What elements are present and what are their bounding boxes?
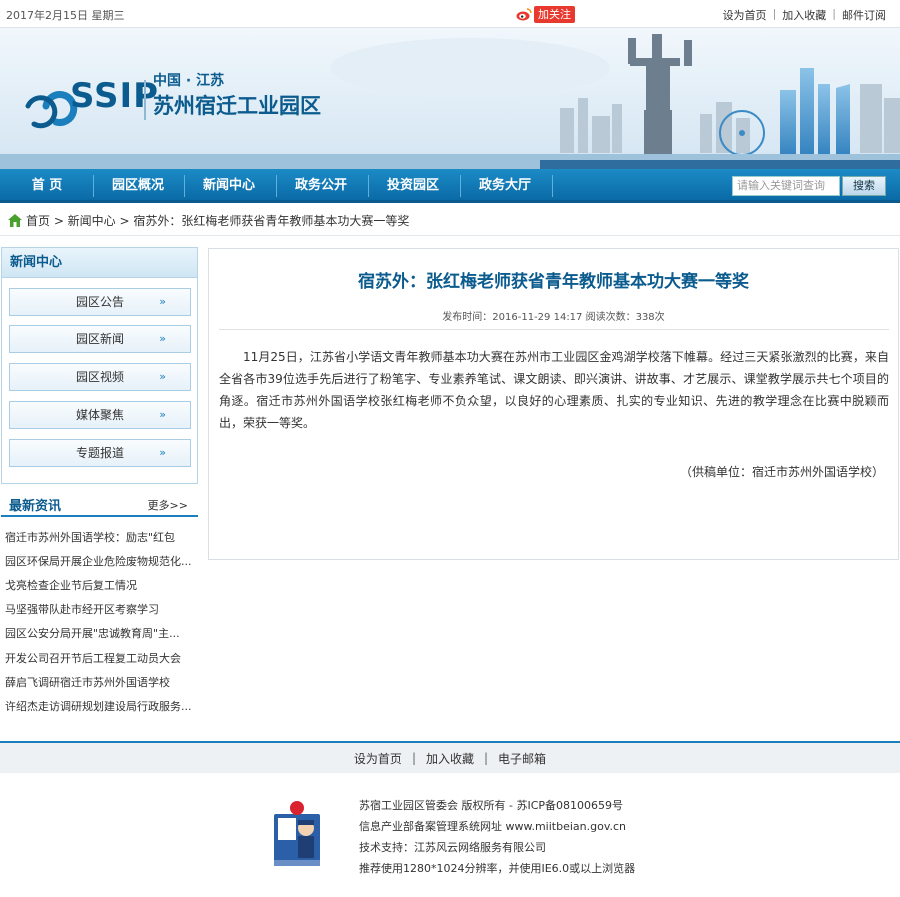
double-chevron-icon: »	[159, 446, 166, 459]
footer-links: 设为首页 | 加入收藏 | 电子邮箱	[0, 743, 900, 773]
footer-email-link[interactable]: 电子邮箱	[498, 750, 546, 767]
sidebar-item-park-news[interactable]: 园区新闻 »	[9, 325, 191, 353]
sidebar-item-media-focus[interactable]: 媒体聚焦 »	[9, 401, 191, 429]
weibo-follow-button[interactable]: 加关注	[534, 5, 575, 23]
top-links: 设为首页 | 加入收藏 | 邮件订阅	[723, 7, 886, 23]
double-chevron-icon: »	[159, 295, 166, 308]
article-title: 宿苏外：张红梅老师获省青年教师基本功大赛一等奖	[358, 272, 749, 292]
nav-invest[interactable]: 投资园区	[374, 169, 452, 203]
news-center-panel: 新闻中心 园区公告 » 园区新闻 » 园区视频 » 媒体聚焦 » 专题报道 »	[1, 247, 198, 484]
footer-set-homepage-link[interactable]: 设为首页	[354, 750, 402, 767]
home-icon	[8, 214, 22, 227]
search-input[interactable]: 请输入关键词查询	[732, 176, 840, 196]
article-meta: 发布时间：2016-11-29 14:17 阅读次数：338次	[442, 312, 665, 323]
latest-news-title: 最新资讯	[9, 499, 62, 514]
footer-browser-note: 推荐使用1280*1024分辨率，并使用IE6.0或以上浏览器	[359, 862, 636, 875]
current-date: 2017年2月15日 星期三	[6, 9, 125, 22]
nav-government-affairs[interactable]: 政务公开	[282, 169, 360, 203]
article-source: （供稿单位：宿迁市苏州外国语学校）	[679, 465, 884, 479]
sidebar-item-special-report[interactable]: 专题报道 »	[9, 439, 191, 467]
separator: |	[772, 7, 777, 20]
nav-park-overview[interactable]: 园区概况	[99, 169, 177, 203]
list-item[interactable]: 宿迁市苏州外国语学校：励志"红包	[5, 529, 193, 545]
sidebar-item-label: 专题报道	[75, 446, 124, 460]
latest-news-panel: 最新资讯 更多>> 宿迁市苏州外国语学校：励志"红包 园区环保局开展企业危险废物…	[1, 489, 198, 719]
breadcrumb: 首页 > 新闻中心 > 宿苏外：张红梅老师获省青年教师基本功大赛一等奖	[0, 206, 900, 236]
search-button[interactable]: 搜索	[842, 176, 886, 196]
nav-home[interactable]: 首 页	[8, 169, 86, 203]
add-favorite-link[interactable]: 加入收藏	[782, 7, 826, 23]
separator: |	[832, 7, 836, 20]
separator: |	[411, 751, 416, 765]
footer-info: 苏宿工业园区管委会 版权所有 - 苏ICP备08100659号 信息产业部备案管…	[359, 795, 635, 879]
list-item[interactable]: 薛启飞调研宿迁市苏州外国语学校	[5, 674, 193, 690]
region-label: 中国 · 江苏	[153, 73, 225, 89]
weibo-follow[interactable]: 加关注	[516, 5, 575, 23]
footer-record-site: 信息产业部备案管理系统网址 www.miitbeian.gov.cn	[359, 820, 627, 833]
nav-service-hall[interactable]: 政务大厅	[466, 169, 544, 203]
list-item[interactable]: 开发公司召开节后工程复工动员大会	[5, 650, 193, 666]
list-item[interactable]: 园区环保局开展企业危险废物规范化...	[5, 553, 193, 569]
nav-divider	[552, 175, 553, 197]
sidebar-item-label: 园区新闻	[75, 332, 124, 346]
sidebar-item-label: 园区视频	[75, 370, 124, 384]
sidebar-item-park-notice[interactable]: 园区公告 »	[9, 288, 191, 316]
list-item[interactable]: 马坚强带队赴市经开区考察学习	[5, 601, 193, 617]
sidebar-item-park-video[interactable]: 园区视频 »	[9, 363, 191, 391]
double-chevron-icon: »	[159, 408, 166, 421]
nav-divider	[93, 175, 94, 197]
email-subscribe-link[interactable]: 邮件订阅	[842, 7, 886, 23]
divider	[219, 329, 889, 330]
top-bar: 2017年2月15日 星期三 加关注 设为首页 | 加入收藏 | 邮件订阅	[0, 0, 900, 28]
sidebar-item-label: 园区公告	[75, 295, 124, 309]
sidebar-item-label: 媒体聚焦	[75, 408, 124, 422]
nav-divider	[460, 175, 461, 197]
separator: |	[484, 751, 489, 765]
article-body: 11月25日，江苏省小学语文青年教师基本功大赛在苏州市工业园区金鸡湖学校落下帷幕…	[219, 350, 889, 430]
more-link[interactable]: 更多>>	[148, 497, 188, 513]
double-chevron-icon: »	[159, 332, 166, 345]
list-item[interactable]: 戈亮检查企业节后复工情况	[5, 577, 193, 593]
article-panel: 宿苏外：张红梅老师获省青年教师基本功大赛一等奖 发布时间：2016-11-29 …	[208, 248, 899, 560]
nav-news-center[interactable]: 新闻中心	[190, 169, 268, 203]
double-chevron-icon: »	[159, 370, 166, 383]
list-item[interactable]: 园区公安分局开展"忠诚教育周"主...	[5, 625, 193, 641]
weibo-icon	[516, 8, 532, 21]
logo-divider	[144, 80, 146, 120]
nav-divider	[368, 175, 369, 197]
header-banner: SSIP 中国 · 江苏 苏州宿迁工业园区	[0, 28, 900, 169]
footer-add-favorite-link[interactable]: 加入收藏	[426, 750, 474, 767]
breadcrumb-text[interactable]: 首页 > 新闻中心 > 宿苏外：张红梅老师获省青年教师基本功大赛一等奖	[26, 212, 409, 229]
list-item[interactable]: 许绍杰走访调研规划建设局行政服务...	[5, 698, 193, 714]
latest-news-header: 最新资讯 更多>>	[1, 489, 198, 517]
nav-divider	[276, 175, 277, 197]
news-center-title: 新闻中心	[2, 248, 197, 278]
park-name: 苏州宿迁工业园区	[153, 93, 321, 118]
nav-divider	[184, 175, 185, 197]
main-nav: 首 页 园区概况 新闻中心 政务公开 投资园区 政务大厅 请输入关键词查询 搜索	[0, 169, 900, 203]
footer-tech-support: 技术支持：江苏风云网络服务有限公司	[359, 841, 546, 854]
police-badge-icon[interactable]	[268, 800, 326, 868]
footer-copyright: 苏宿工业园区管委会 版权所有 - 苏ICP备08100659号	[359, 799, 624, 812]
set-homepage-link[interactable]: 设为首页	[723, 7, 767, 23]
